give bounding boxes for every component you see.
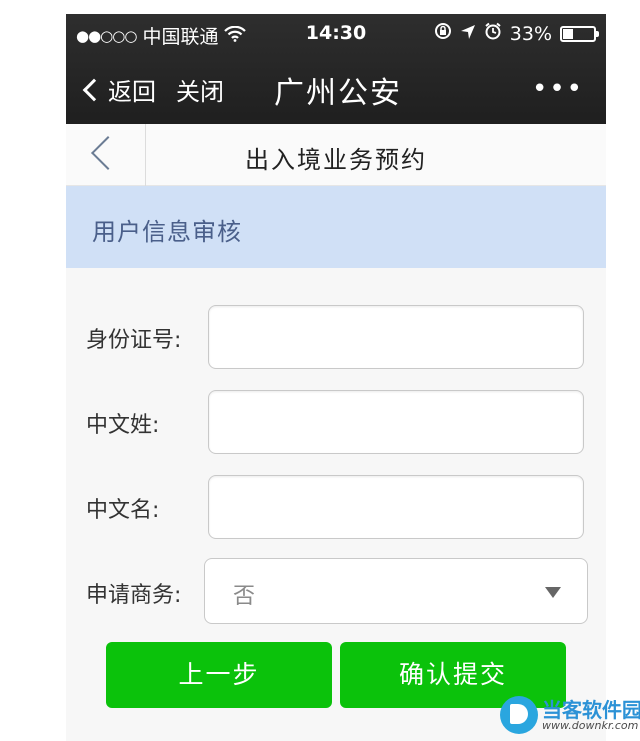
watermark: 当客软件园 www.downkr.com	[500, 692, 640, 738]
battery-icon	[560, 25, 599, 42]
watermark-logo-icon	[500, 696, 538, 734]
battery-percent: 33%	[509, 22, 552, 45]
battery-level	[563, 28, 573, 39]
given-name-field-box	[208, 475, 584, 539]
surname-input[interactable]	[209, 391, 583, 453]
chevron-left-icon	[82, 78, 106, 101]
watermark-url: www.downkr.com	[542, 719, 639, 732]
section-title: 用户信息审核	[92, 218, 242, 246]
page-title: 出入境业务预约	[245, 146, 427, 174]
alarm-icon	[484, 22, 502, 45]
given-name-label: 中文名:	[86, 498, 160, 523]
page-back-button[interactable]	[66, 124, 146, 186]
surname-label: 中文姓:	[86, 413, 160, 438]
phone-screen: ●●○○○ 中国联通 14:30 33% 返回 关闭 广州公安 ••• 出入境业…	[66, 14, 606, 741]
status-bar: ●●○○○ 中国联通 14:30 33%	[66, 14, 606, 54]
business-select-value: 否	[233, 584, 256, 609]
id-number-input[interactable]	[209, 306, 583, 368]
more-menu-button[interactable]: •••	[532, 74, 584, 104]
dropdown-caret-icon	[545, 587, 561, 598]
given-name-input[interactable]	[209, 476, 583, 538]
id-number-field-box	[208, 305, 584, 369]
top-bar: ●●○○○ 中国联通 14:30 33% 返回 关闭 广州公安 •••	[66, 14, 606, 124]
id-number-label: 身份证号:	[86, 328, 182, 353]
status-right: 33%	[434, 22, 599, 45]
surname-field-box	[208, 390, 584, 454]
nav-title: 广州公安	[274, 76, 402, 111]
business-select[interactable]: 否	[204, 558, 588, 624]
location-icon	[460, 23, 476, 45]
business-label: 申请商务:	[86, 583, 182, 608]
nav-back-button[interactable]: 返回	[80, 72, 156, 107]
nav-close-button[interactable]: 关闭	[176, 72, 224, 107]
nav-back-label: 返回	[108, 78, 156, 106]
chevron-left-icon	[91, 136, 125, 170]
previous-step-button[interactable]: 上一步	[106, 642, 332, 708]
nav-bar: 返回 关闭 广州公安 •••	[66, 56, 606, 124]
rotation-lock-icon	[434, 22, 452, 45]
section-header: 用户信息审核	[66, 186, 606, 268]
page-header: 出入境业务预约	[66, 124, 606, 186]
